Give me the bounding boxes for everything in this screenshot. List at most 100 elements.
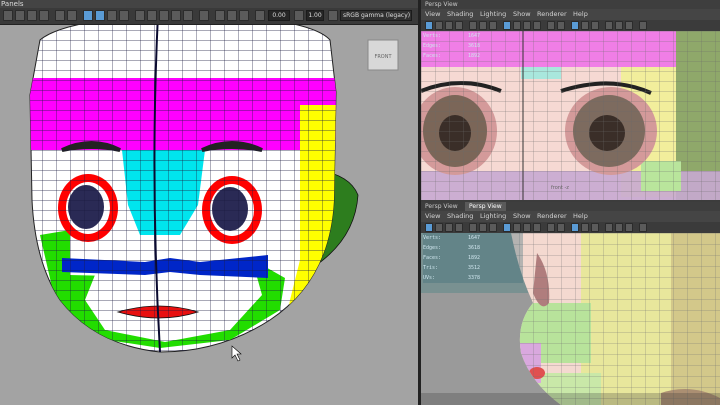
menu-renderer[interactable]: Renderer	[537, 9, 567, 20]
camera-attributes-icon[interactable]	[435, 223, 443, 232]
smooth-shade-icon[interactable]	[95, 10, 105, 21]
xray-joints-icon[interactable]	[591, 21, 599, 30]
left-viewport-panel[interactable]: FRONT Panels 0.00 1.00 sRGB gamma (legac…	[0, 0, 418, 405]
bottom-panel-menubar: View Shading Lighting Show Renderer Help	[421, 211, 720, 222]
image-plane-icon[interactable]	[455, 21, 463, 30]
top-panel-menubar: View Shading Lighting Show Renderer Help	[421, 9, 720, 20]
menu-help[interactable]: Help	[573, 211, 588, 222]
top-right-viewport[interactable]: front -z Verts: 1647 Edges: 3618 Faces: 189…	[421, 31, 720, 200]
grid-toggle-icon[interactable]	[469, 21, 477, 30]
wireframe-icon[interactable]	[503, 21, 511, 30]
color-management-icon[interactable]	[328, 10, 338, 21]
film-gate-icon[interactable]	[479, 21, 487, 30]
camera-select-icon[interactable]	[425, 223, 433, 232]
isolate-select-icon[interactable]	[571, 223, 579, 232]
textured-icon[interactable]	[119, 10, 129, 21]
menu-shading[interactable]: Shading	[447, 211, 473, 222]
resolution-gate-icon[interactable]	[489, 21, 497, 30]
anti-aliasing-icon[interactable]	[183, 10, 193, 21]
textured-icon[interactable]	[523, 21, 531, 30]
menu-view[interactable]: View	[425, 9, 440, 20]
exposure-icon[interactable]	[615, 21, 623, 30]
hud-row-edges: Edges: 3618	[423, 43, 481, 49]
menu-lighting[interactable]: Lighting	[480, 211, 506, 222]
gamma-icon[interactable]	[625, 223, 633, 232]
tab-persp-view-1[interactable]: Persp View	[425, 202, 458, 211]
shadows-icon[interactable]	[547, 223, 555, 232]
grid-toggle-icon[interactable]	[55, 10, 65, 21]
shadows-icon[interactable]	[547, 21, 555, 30]
menu-show[interactable]: Show	[513, 211, 531, 222]
bookmark-icon[interactable]	[445, 223, 453, 232]
tab-persp-view-2[interactable]: Persp View	[465, 202, 506, 211]
exposure-icon[interactable]	[615, 223, 623, 232]
shadows-icon[interactable]	[147, 10, 157, 21]
menu-show[interactable]: Show	[513, 9, 531, 20]
wireframe-icon[interactable]	[83, 10, 93, 21]
xray-joints-icon[interactable]	[591, 223, 599, 232]
grid-toggle-icon[interactable]	[469, 223, 477, 232]
menu-help[interactable]: Help	[573, 9, 588, 20]
ambient-occlusion-icon[interactable]	[557, 223, 565, 232]
use-lights-icon[interactable]	[533, 223, 541, 232]
xray-components-icon[interactable]	[605, 223, 613, 232]
film-gate-icon[interactable]	[479, 223, 487, 232]
smooth-shade-icon[interactable]	[513, 223, 521, 232]
color-management-icon[interactable]	[639, 21, 647, 30]
bookmark-icon[interactable]	[27, 10, 37, 21]
panels-menu[interactable]: Panels	[0, 0, 24, 8]
menu-renderer[interactable]: Renderer	[537, 211, 567, 222]
use-lights-icon[interactable]	[135, 10, 145, 21]
ambient-occlusion-icon[interactable]	[557, 21, 565, 30]
image-plane-icon[interactable]	[455, 223, 463, 232]
bottom-right-viewport-panel[interactable]: Persp View Persp View View Shading Light…	[421, 202, 720, 405]
depth-of-field-icon[interactable]	[199, 10, 209, 21]
film-gate-icon[interactable]	[67, 10, 77, 21]
camera-select-icon[interactable]	[425, 21, 433, 30]
bookmark-icon[interactable]	[445, 21, 453, 30]
gamma-icon[interactable]	[625, 21, 633, 30]
motion-blur-icon[interactable]	[171, 10, 181, 21]
resolution-gate-icon[interactable]	[489, 223, 497, 232]
exposure-field[interactable]: 0.00	[268, 10, 290, 21]
color-management-icon[interactable]	[639, 223, 647, 232]
gamma-icon[interactable]	[294, 10, 304, 21]
hud-stats: Verts: 1647 Edges: 3618 Faces: 1892 Tris: 35…	[423, 233, 523, 283]
bottom-panel-tabs: Persp View Persp View	[421, 202, 720, 211]
view-cube-label: FRONT	[374, 54, 392, 60]
left-panels-menubar: Panels	[0, 0, 418, 8]
view-transform-dropdown[interactable]: sRGB gamma (legacy)	[340, 10, 412, 21]
hud-row-faces: Faces: 1892	[423, 53, 481, 59]
xray-components-icon[interactable]	[255, 10, 265, 21]
smooth-shade-icon[interactable]	[513, 21, 521, 30]
camera-attributes-icon[interactable]	[15, 10, 25, 21]
xray-icon[interactable]	[581, 21, 589, 30]
xray-icon[interactable]	[227, 10, 237, 21]
ambient-occlusion-icon[interactable]	[159, 10, 169, 21]
isolate-select-icon[interactable]	[571, 21, 579, 30]
top-right-viewport-panel[interactable]: Persp View View Shading Lighting Show Re…	[421, 0, 720, 200]
menu-lighting[interactable]: Lighting	[480, 9, 506, 20]
xray-joints-icon[interactable]	[239, 10, 249, 21]
view-cube[interactable]: FRONT	[367, 39, 399, 71]
gamma-field[interactable]: 1.00	[306, 10, 324, 21]
camera-select-icon[interactable]	[3, 10, 13, 21]
bottom-right-viewport[interactable]: Verts: 1647 Edges: 3618 Faces: 1892 Tris: 35…	[421, 233, 720, 405]
hud-row-uvs: UVs: 3378	[423, 275, 481, 281]
top-panel-title: Persp View	[421, 0, 720, 9]
xray-icon[interactable]	[581, 223, 589, 232]
wireframe-on-shaded-icon[interactable]	[107, 10, 117, 21]
image-plane-icon[interactable]	[39, 10, 49, 21]
xray-components-icon[interactable]	[605, 21, 613, 30]
camera-attributes-icon[interactable]	[435, 21, 443, 30]
menu-shading[interactable]: Shading	[447, 9, 473, 20]
hud-stats: Verts: 1647 Edges: 3618 Faces: 1892	[423, 31, 513, 61]
left-viewport-canvas[interactable]: FRONT	[0, 0, 418, 405]
camera-label: front -z	[551, 185, 569, 191]
textured-icon[interactable]	[523, 223, 531, 232]
menu-view[interactable]: View	[425, 211, 440, 222]
use-lights-icon[interactable]	[533, 21, 541, 30]
isolate-select-icon[interactable]	[215, 10, 225, 21]
wireframe-icon[interactable]	[503, 223, 511, 232]
left-viewport-toolbar: 0.00 1.00 sRGB gamma (legacy)	[0, 8, 418, 25]
